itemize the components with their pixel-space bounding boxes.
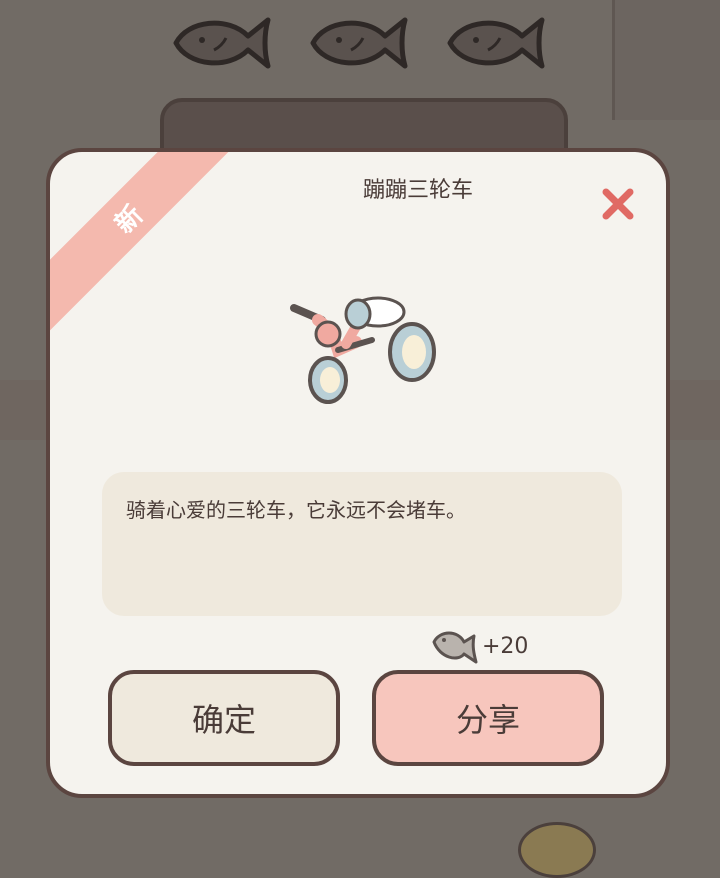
close-button[interactable] — [598, 184, 638, 224]
reward: +20 — [430, 626, 528, 666]
fish-icon — [442, 12, 552, 74]
background-window — [612, 0, 720, 120]
close-icon — [602, 188, 634, 220]
share-button[interactable]: 分享 — [372, 670, 604, 766]
tricycle-icon — [282, 290, 442, 410]
confirm-button[interactable]: 确定 — [108, 670, 340, 766]
item-title: 蹦蹦三轮车 — [362, 178, 473, 203]
background-bowl — [518, 822, 596, 878]
fish-icon — [305, 12, 415, 74]
item-dialog: 新 蹦蹦三轮车 骑着心爱的三轮车，它永远不会堵车。 +20 确定 分享 — [46, 148, 670, 798]
item-description: 骑着心爱的三轮车，它永远不会堵车。 — [126, 498, 466, 522]
fish-icon — [168, 12, 278, 74]
reward-amount: +20 — [482, 633, 529, 659]
fish-icon — [432, 631, 478, 664]
description-box: 骑着心爱的三轮车，它永远不会堵车。 — [102, 472, 622, 616]
